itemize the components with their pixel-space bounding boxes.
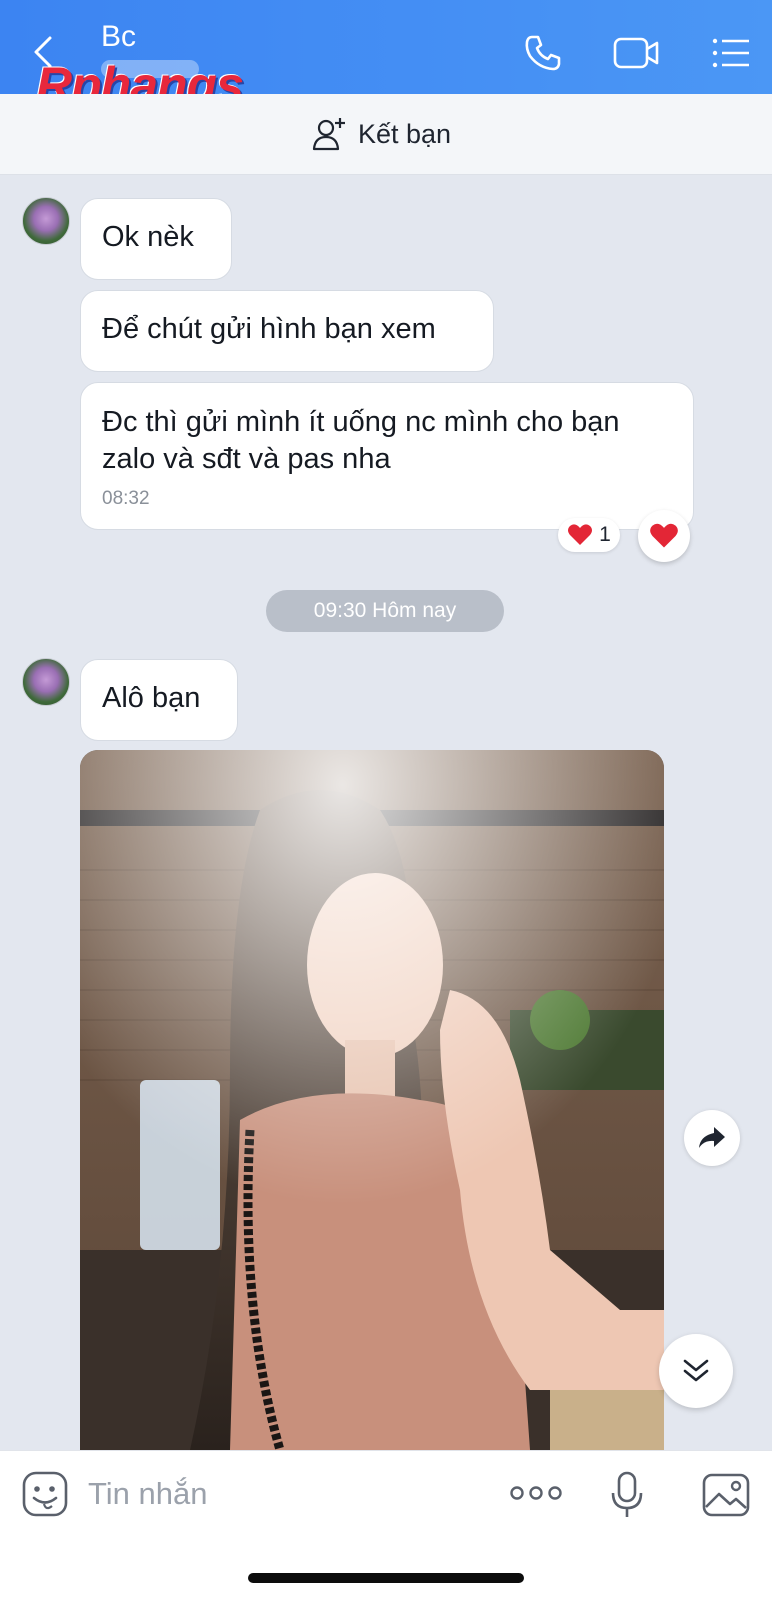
share-arrow-icon [699, 1127, 725, 1148]
heart-icon [650, 523, 678, 548]
avatar[interactable] [22, 658, 70, 706]
contact-name[interactable]: Bc [101, 20, 136, 54]
add-friend-button[interactable]: Kết bạn [312, 114, 451, 154]
avatar[interactable] [22, 197, 70, 245]
date-separator: 09:30 Hôm nay [266, 590, 504, 632]
status-subtitle [101, 60, 199, 78]
forward-button[interactable] [684, 1110, 740, 1166]
call-button[interactable] [522, 32, 564, 79]
message-text: Để chút gửi hình bạn xem [102, 313, 436, 345]
more-button[interactable] [510, 1481, 562, 1510]
gallery-button[interactable] [702, 1473, 750, 1522]
add-friend-label: Kết bạn [358, 118, 452, 149]
video-call-button[interactable] [612, 32, 660, 79]
message-time: 08:32 [102, 488, 150, 509]
scroll-to-bottom-button[interactable] [659, 1334, 733, 1408]
home-indicator[interactable] [248, 1573, 524, 1583]
message-bubble[interactable]: Ok nèk [80, 198, 232, 280]
microphone-icon [611, 1471, 643, 1517]
message-text: Đc thì gửi mình ít uống nc mình cho bạn … [102, 406, 620, 475]
chat-header: Bc [0, 0, 772, 94]
add-friend-icon [312, 118, 345, 151]
voice-button[interactable] [610, 1471, 644, 1524]
options-button[interactable] [710, 32, 752, 79]
photo-message[interactable] [80, 750, 664, 1450]
sticker-button[interactable] [22, 1471, 68, 1522]
message-bubble[interactable]: Để chút gửi hình bạn xem [80, 290, 494, 372]
react-button[interactable] [638, 510, 690, 562]
chevron-left-icon [34, 36, 52, 68]
heart-icon [568, 524, 593, 545]
more-dots-icon [510, 1486, 562, 1500]
add-friend-bar: Kết bạn [0, 94, 772, 175]
list-menu-icon [712, 38, 749, 68]
reaction-count: 1 [599, 523, 611, 546]
double-chevron-down-icon [683, 1359, 709, 1382]
message-text: Ok nèk [102, 221, 194, 253]
message-input[interactable]: Tin nhắn [88, 1476, 208, 1512]
image-icon [702, 1473, 750, 1517]
reaction-count-badge[interactable]: 1 [558, 518, 620, 552]
message-bubble[interactable]: Alô bạn [80, 659, 238, 741]
back-button[interactable] [26, 32, 66, 72]
sticker-icon [22, 1471, 68, 1517]
video-camera-icon [613, 37, 659, 69]
message-bubble[interactable]: Đc thì gửi mình ít uống nc mình cho bạn … [80, 382, 694, 530]
photo-image [80, 750, 664, 1450]
phone-icon [525, 35, 561, 71]
message-text: Alô bạn [102, 682, 201, 714]
